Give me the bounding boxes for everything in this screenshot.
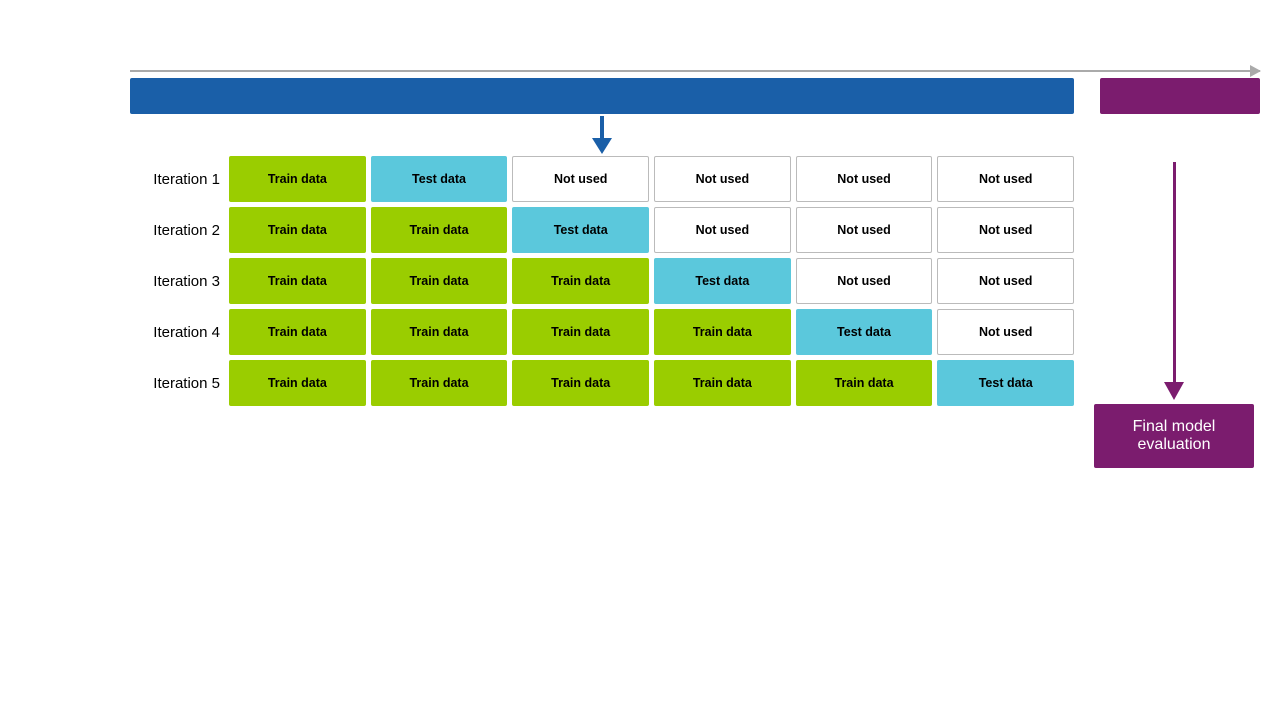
cell-train-4-2: Train data [371, 309, 508, 355]
cell-train-5-4: Train data [654, 360, 791, 406]
final-eval-box: Final model evaluation [1094, 404, 1254, 468]
cell-train-3-3: Train data [512, 258, 649, 304]
cell-unused-2-6: Not used [937, 207, 1074, 253]
right-section: Final model evaluation [1088, 156, 1260, 468]
iteration-row: Iteration 1Train dataTest dataNot usedNo… [130, 156, 1074, 202]
cell-test-4-5: Test data [796, 309, 933, 355]
vertical-arrow [1164, 162, 1184, 400]
iteration-label-1: Iteration 1 [130, 171, 220, 188]
cell-test-2-3: Test data [512, 207, 649, 253]
cell-train-4-4: Train data [654, 309, 791, 355]
cell-train-2-1: Train data [229, 207, 366, 253]
cell-train-5-1: Train data [229, 360, 366, 406]
page: Iteration 1Train dataTest dataNot usedNo… [0, 0, 1280, 712]
cell-train-5-3: Train data [512, 360, 649, 406]
cell-train-5-2: Train data [371, 360, 508, 406]
cell-test-5-6: Test data [937, 360, 1074, 406]
cell-train-3-2: Train data [371, 258, 508, 304]
cell-train-1-1: Train data [229, 156, 366, 202]
iteration-row: Iteration 2Train dataTrain dataTest data… [130, 207, 1074, 253]
cell-unused-1-4: Not used [654, 156, 791, 202]
vert-arrow-line [1173, 162, 1176, 382]
iteration-label-4: Iteration 4 [130, 324, 220, 341]
cell-train-3-1: Train data [229, 258, 366, 304]
iteration-label-3: Iteration 3 [130, 273, 220, 290]
cell-unused-2-4: Not used [654, 207, 791, 253]
vert-arrow-head [1164, 382, 1184, 400]
iteration-row: Iteration 4Train dataTrain dataTrain dat… [130, 309, 1074, 355]
cell-unused-3-6: Not used [937, 258, 1074, 304]
down-arrow-icon [592, 116, 612, 154]
holdout-bar [1100, 78, 1260, 114]
sorted-arrow [130, 70, 1260, 72]
training-bar [130, 78, 1074, 114]
cell-unused-4-6: Not used [937, 309, 1074, 355]
iterations-grid: Iteration 1Train dataTest dataNot usedNo… [130, 156, 1074, 468]
cell-unused-1-3: Not used [512, 156, 649, 202]
iteration-row: Iteration 5Train dataTrain dataTrain dat… [130, 360, 1074, 406]
iteration-label-2: Iteration 2 [130, 222, 220, 239]
iteration-label-5: Iteration 5 [130, 375, 220, 392]
cell-train-2-2: Train data [371, 207, 508, 253]
cell-train-4-3: Train data [512, 309, 649, 355]
cell-unused-2-5: Not used [796, 207, 933, 253]
cell-unused-1-6: Not used [937, 156, 1074, 202]
cell-train-4-1: Train data [229, 309, 366, 355]
cell-unused-1-5: Not used [796, 156, 933, 202]
cell-unused-3-5: Not used [796, 258, 933, 304]
cell-test-1-2: Test data [371, 156, 508, 202]
cell-test-3-4: Test data [654, 258, 791, 304]
iteration-row: Iteration 3Train dataTrain dataTrain dat… [130, 258, 1074, 304]
cell-train-5-5: Train data [796, 360, 933, 406]
